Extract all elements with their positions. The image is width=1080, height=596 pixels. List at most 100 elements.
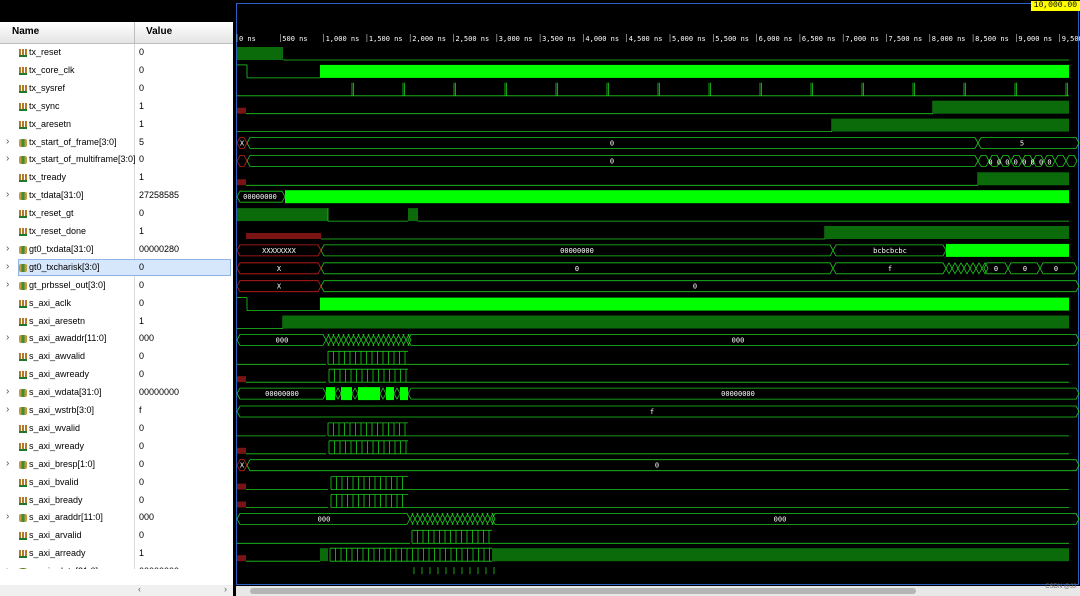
time-tick-label: 5,500 ns xyxy=(715,35,749,43)
wave-mark xyxy=(434,513,441,525)
wave-mark xyxy=(449,513,456,525)
wave-mark xyxy=(424,513,431,525)
wave-mark xyxy=(459,513,466,525)
bus-value-label: 00000000 xyxy=(721,390,755,398)
wave-mark xyxy=(1054,154,1067,167)
waveform-canvas[interactable]: 0 ns 500 ns 1,000 ns 1,500 ns 2,000 ns 2,500 … xyxy=(0,0,1080,596)
time-tick-label: 6,500 ns xyxy=(802,35,836,43)
wave-mark xyxy=(957,261,965,275)
wave-mark xyxy=(975,261,983,275)
wave-mark xyxy=(237,501,246,508)
bus-value-label: bcbcbcbc xyxy=(873,247,907,255)
wave-mark xyxy=(320,280,1080,293)
wave-mark xyxy=(320,297,1069,311)
bus-value-label: 0 0 0 0 0 0 0 0 xyxy=(988,158,1051,166)
waveform-hscrollbar[interactable] xyxy=(236,586,1080,596)
wave-mark xyxy=(1065,154,1078,167)
wave-mark xyxy=(408,208,418,222)
bus-value-label: 000 xyxy=(774,515,787,523)
wave-mark xyxy=(977,154,990,167)
wave-mark xyxy=(246,233,321,239)
bus-value-label: X xyxy=(240,140,245,148)
bus-value-label: XXXXXXXX xyxy=(262,247,297,255)
bus-value-label: 000 xyxy=(318,515,331,523)
wave-mark xyxy=(360,333,367,346)
wave-mark xyxy=(340,333,347,346)
wave-mark xyxy=(946,243,1069,257)
wave-mark xyxy=(345,333,352,346)
wave-mark xyxy=(285,190,1069,204)
bus-value-label: 0 xyxy=(994,265,998,273)
time-tick-label: 1,500 ns xyxy=(369,35,403,43)
bus-value-label: 0 xyxy=(1023,265,1027,273)
wave-mark xyxy=(832,118,1069,132)
wave-mark xyxy=(414,513,421,525)
wave-mark xyxy=(326,387,335,401)
wave-mark xyxy=(933,100,1069,114)
bus-value-label: X xyxy=(277,283,282,291)
time-tick-label: 7,500 ns xyxy=(889,35,923,43)
wave-mark xyxy=(325,333,332,346)
wave-mark xyxy=(350,333,357,346)
wave-mark xyxy=(409,513,416,525)
wave-mark xyxy=(237,47,283,60)
wave-mark xyxy=(439,513,446,525)
wave-mark xyxy=(237,208,328,222)
bus-value-label: 000 xyxy=(732,336,745,344)
time-tick-label: 8,500 ns xyxy=(975,35,1009,43)
bus-value-label: 000 xyxy=(276,336,289,344)
wave-mark xyxy=(330,333,337,346)
wave-mark xyxy=(380,333,387,346)
time-tick-label: 2,000 ns xyxy=(412,35,446,43)
wave-mark xyxy=(951,261,959,275)
time-tick-label: 8,000 ns xyxy=(932,35,966,43)
time-tick-label: 500 ns xyxy=(282,35,307,43)
wave-mark xyxy=(237,376,246,383)
wave-mark xyxy=(444,513,451,525)
bus-value-label: 0 xyxy=(575,265,579,273)
wave-mark xyxy=(464,513,471,525)
wave-mark xyxy=(320,548,328,562)
wave-mark xyxy=(978,172,1069,186)
wave-mark xyxy=(945,261,953,275)
time-tick-label: 9,000 ns xyxy=(1018,35,1052,43)
wave-mark xyxy=(454,513,461,525)
bus-value-label: 00000000 xyxy=(265,390,299,398)
bus-value-label: 0 xyxy=(655,462,659,470)
wave-mark xyxy=(237,483,246,490)
wave-mark xyxy=(335,333,342,346)
wave-mark xyxy=(283,315,1069,329)
time-tick-label: 7,000 ns xyxy=(845,35,879,43)
wave-mark xyxy=(385,333,392,346)
wave-mark xyxy=(400,333,407,346)
bus-value-label: X xyxy=(277,265,282,273)
wave-mark xyxy=(395,333,402,346)
time-tick-label: 4,000 ns xyxy=(585,35,619,43)
wave-mark xyxy=(375,333,382,346)
bus-value-label: f xyxy=(888,265,892,273)
wave-mark xyxy=(1039,262,1078,275)
bus-value-label: 00000000 xyxy=(243,193,277,201)
wave-mark xyxy=(479,513,486,525)
wave-mark xyxy=(320,64,1069,78)
wave-mark xyxy=(825,226,1069,239)
time-tick-label: 5,000 ns xyxy=(672,35,706,43)
bus-value-label: 00000000 xyxy=(560,247,594,255)
wave-mark xyxy=(334,387,342,400)
wave-mark xyxy=(351,387,359,400)
time-tick-label: 6,000 ns xyxy=(759,35,793,43)
waveform-scroll-thumb[interactable] xyxy=(250,588,916,594)
wave-mark xyxy=(981,261,989,275)
wave-mark xyxy=(469,513,476,525)
wave-mark xyxy=(419,513,426,525)
wave-mark xyxy=(236,405,1080,418)
wave-mark xyxy=(393,387,401,400)
wave-mark xyxy=(365,333,372,346)
bus-value-label: X xyxy=(240,462,245,470)
wave-mark xyxy=(237,179,246,186)
bus-value-label: 0 xyxy=(693,283,697,291)
wave-mark xyxy=(237,555,246,562)
time-tick-label: 3,000 ns xyxy=(499,35,533,43)
bus-value-label: 5 xyxy=(1020,140,1024,148)
wave-mark xyxy=(355,333,362,346)
